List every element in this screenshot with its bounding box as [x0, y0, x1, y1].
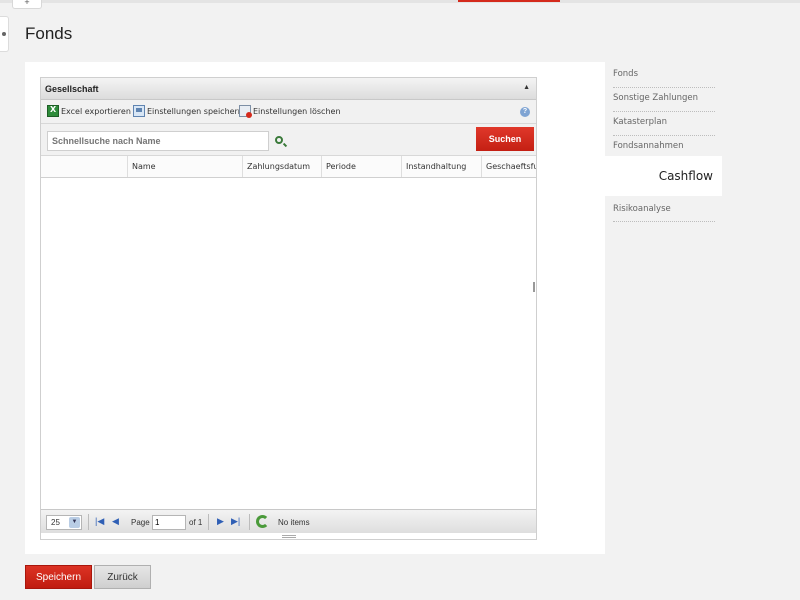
column-header-zahlungsdatum[interactable]: Zahlungsdatum	[242, 156, 321, 177]
column-header-instandhaltung[interactable]: Instandhaltung	[401, 156, 481, 177]
right-nav: Fonds Sonstige Zahlungen Katasterplan Fo…	[613, 64, 715, 160]
pager-divider	[208, 514, 209, 530]
excel-icon	[47, 105, 59, 117]
quick-search-input[interactable]	[47, 131, 269, 151]
handle-dot-icon	[2, 32, 6, 36]
column-header-periode[interactable]: Periode	[321, 156, 401, 177]
top-bar	[0, 0, 800, 3]
grid-resize-grip[interactable]	[282, 535, 296, 538]
delete-settings-icon	[239, 105, 252, 118]
pager-status: No items	[278, 518, 310, 527]
save-button[interactable]: Speichern	[25, 565, 92, 589]
save-settings-icon	[133, 105, 145, 117]
help-icon[interactable]: ?	[520, 107, 530, 117]
grid-header: Gesellschaft ▲	[41, 78, 536, 100]
first-page-icon[interactable]: |◀	[95, 516, 104, 527]
grid-pager: 25 ▼ |◀ ◀ Page of 1 ▶ ▶| No items	[41, 509, 536, 533]
nav-item-fonds[interactable]: Fonds	[613, 64, 715, 88]
search-button[interactable]: Suchen	[476, 127, 534, 151]
column-header-geschaeftsfuehrung[interactable]: Geschaeftsfue	[481, 156, 536, 177]
nav-item-katasterplan[interactable]: Katasterplan	[613, 112, 715, 136]
next-page-icon[interactable]: ▶	[217, 516, 224, 527]
save-settings-button[interactable]: Einstellungen speichern	[133, 105, 243, 117]
pager-divider	[249, 514, 250, 530]
delete-settings-label: Einstellungen löschen	[253, 106, 341, 116]
last-page-icon[interactable]: ▶|	[231, 516, 240, 527]
save-settings-label: Einstellungen speichern	[147, 106, 243, 116]
page-count-label: of 1	[189, 518, 203, 527]
page-title: Fonds	[25, 24, 73, 43]
nav-item-sonstige-zahlungen[interactable]: Sonstige Zahlungen	[613, 88, 715, 112]
nav-item-cashflow-active[interactable]: Cashflow	[604, 156, 722, 196]
chevron-down-icon: ▼	[69, 517, 80, 528]
page-size-value: 25	[51, 518, 60, 527]
top-bar-accent	[458, 0, 560, 2]
page-size-select[interactable]: 25 ▼	[46, 515, 82, 530]
search-row: Suchen	[41, 124, 536, 156]
delete-settings-button[interactable]: Einstellungen löschen	[239, 105, 341, 118]
page-label: Page	[131, 518, 150, 527]
back-button[interactable]: Zurück	[94, 565, 151, 589]
grid-toolbar: Excel exportieren Einstellungen speicher…	[41, 100, 536, 124]
column-header-name[interactable]: Name	[127, 156, 242, 177]
collapse-icon[interactable]: ▲	[523, 84, 530, 91]
column-header-row: Name Zahlungsdatum Periode Instandhaltun…	[41, 156, 536, 178]
prev-page-icon[interactable]: ◀	[112, 516, 119, 527]
side-panel-handle[interactable]	[0, 16, 9, 52]
refresh-icon[interactable]	[256, 515, 269, 528]
pager-divider	[88, 514, 89, 530]
nav-item-risikoanalyse[interactable]: Risikoanalyse	[613, 200, 715, 222]
top-tab-handle[interactable]: +	[12, 0, 42, 9]
export-excel-label: Excel exportieren	[61, 106, 131, 116]
column-resize-handle[interactable]	[533, 282, 535, 292]
data-grid: Gesellschaft ▲ Excel exportieren Einstel…	[40, 77, 537, 540]
page-number-input[interactable]	[152, 515, 186, 530]
grid-title: Gesellschaft	[45, 84, 99, 94]
column-header-select[interactable]	[41, 156, 127, 177]
export-excel-button[interactable]: Excel exportieren	[47, 105, 131, 117]
grid-body	[41, 178, 536, 506]
search-icon[interactable]	[275, 136, 283, 144]
